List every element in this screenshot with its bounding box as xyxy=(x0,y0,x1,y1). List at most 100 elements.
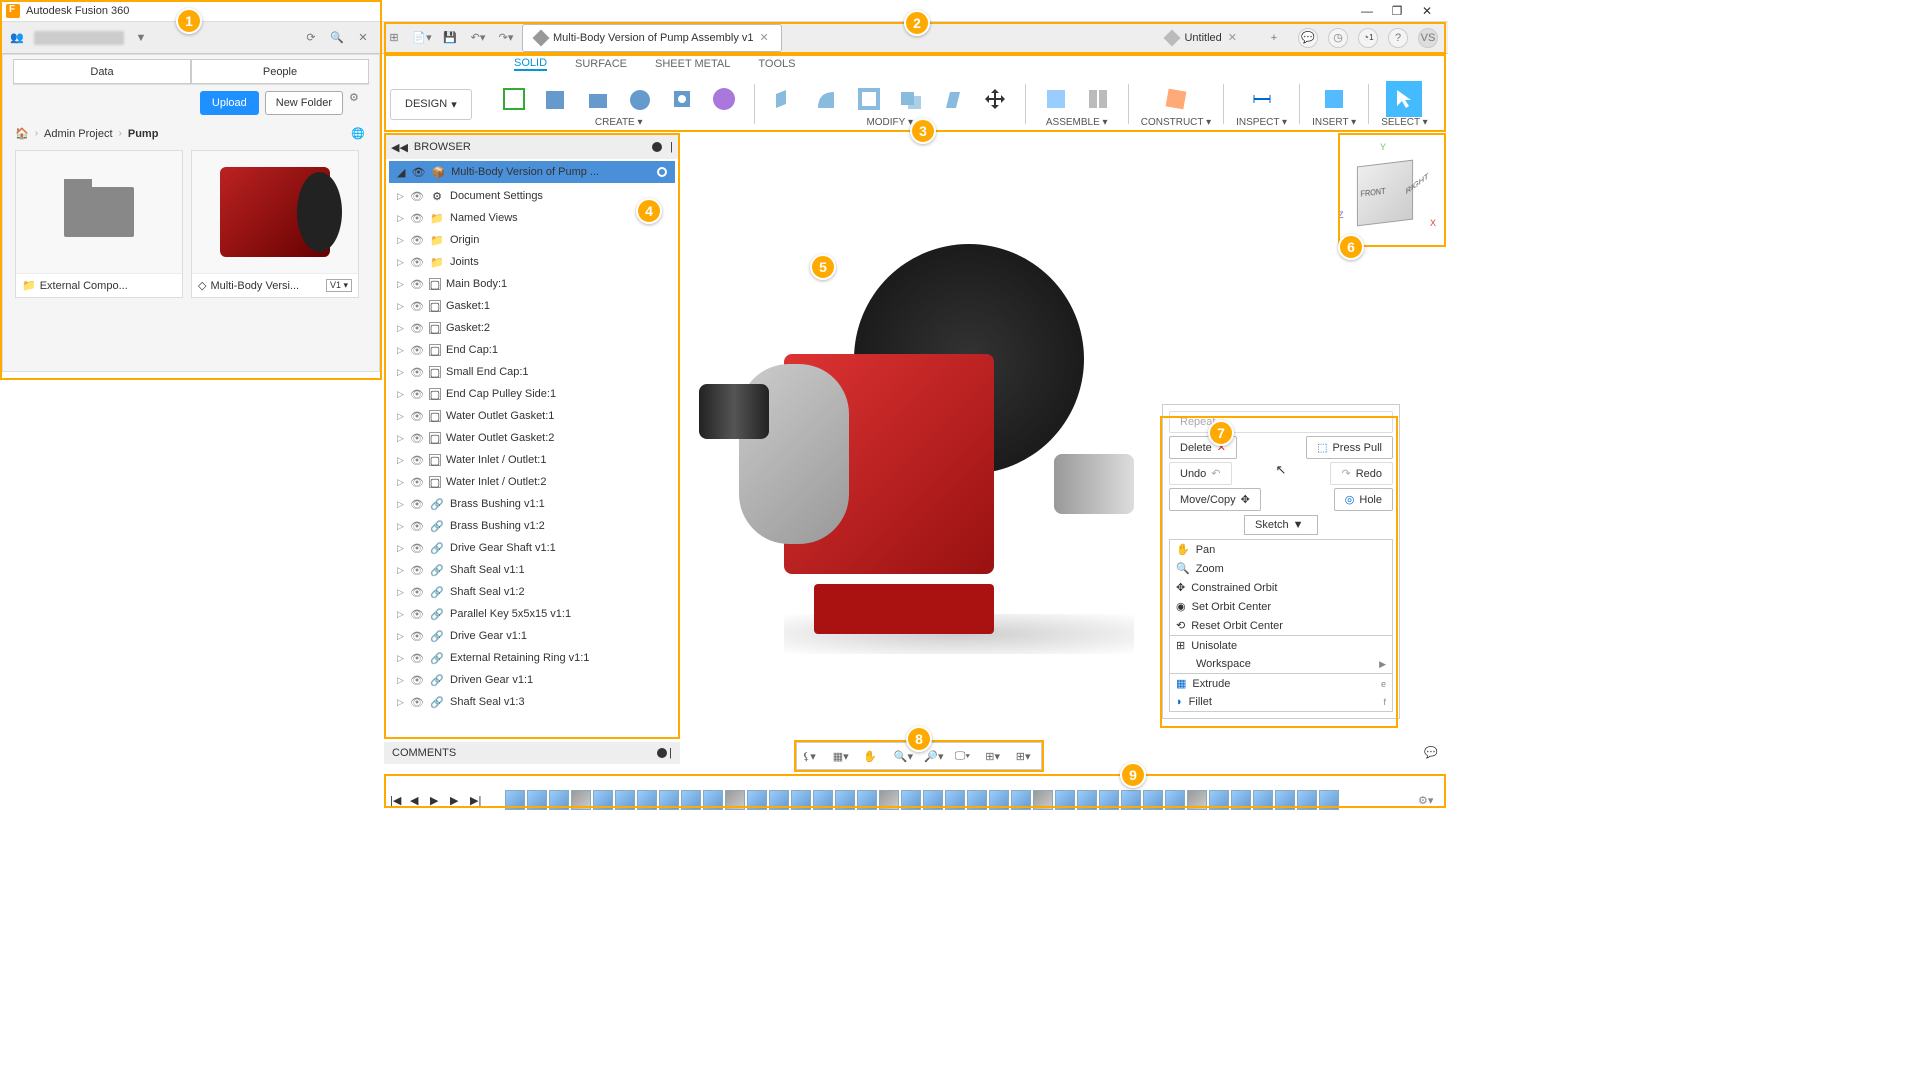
timeline-feature[interactable] xyxy=(681,790,701,810)
browser-item[interactable]: ▷👁🔗External Retaining Ring v1:1 xyxy=(385,647,679,669)
extrude-icon[interactable] xyxy=(580,81,616,117)
expand-icon[interactable]: ▷ xyxy=(397,257,405,268)
unisolate[interactable]: ⊞Unisolate xyxy=(1170,635,1392,655)
refresh-icon[interactable]: ⟳ xyxy=(302,29,320,47)
redo-button[interactable]: ↷ Redo xyxy=(1330,462,1393,485)
timeline-feature[interactable] xyxy=(747,790,767,810)
tab-solid[interactable]: SOLID xyxy=(514,57,547,71)
timeline-feature[interactable] xyxy=(813,790,833,810)
expand-icon[interactable]: ▷ xyxy=(397,411,405,422)
expand-icon[interactable]: ▷ xyxy=(397,587,405,598)
eye-icon[interactable]: 👁 xyxy=(410,520,424,533)
browser-item[interactable]: ▷👁▢Gasket:2 xyxy=(385,317,679,339)
fillet-item[interactable]: ◗Filletf xyxy=(1170,693,1392,711)
pin-icon[interactable]: | xyxy=(670,141,673,153)
construct-group-label[interactable]: CONSTRUCT ▾ xyxy=(1141,117,1211,128)
timeline-feature[interactable] xyxy=(1055,790,1075,810)
eye-icon[interactable]: 👁 xyxy=(410,652,424,665)
expand-icon[interactable]: ▷ xyxy=(397,499,405,510)
expand-icon[interactable]: ▷ xyxy=(397,279,405,290)
browser-item[interactable]: ▷👁🔗Brass Bushing v1:1 xyxy=(385,493,679,515)
eye-icon[interactable]: 👁 xyxy=(410,300,424,313)
workspace-submenu[interactable]: Workspace▶ xyxy=(1170,655,1392,673)
browser-item[interactable]: ▷👁▢End Cap Pulley Side:1 xyxy=(385,383,679,405)
breadcrumb-l1[interactable]: Admin Project xyxy=(44,128,112,140)
browser-item[interactable]: ▷👁⚙Document Settings xyxy=(385,185,679,207)
browser-item[interactable]: ▷👁📁Origin xyxy=(385,229,679,251)
expand-icon[interactable]: ▷ xyxy=(397,477,405,488)
nav-pan[interactable]: ✋Pan xyxy=(1170,540,1392,559)
eye-icon[interactable]: 👁 xyxy=(410,344,424,357)
press-pull-button[interactable]: ⬚ Press Pull xyxy=(1306,436,1393,459)
nav-constrained-orbit[interactable]: ✥Constrained Orbit xyxy=(1170,578,1392,597)
nav-zoom[interactable]: 🔍Zoom xyxy=(1170,559,1392,578)
browser-item[interactable]: ▷👁🔗Shaft Seal v1:2 xyxy=(385,581,679,603)
orbit-nav-icon[interactable]: ⚸▾ xyxy=(802,750,822,763)
box-icon[interactable] xyxy=(538,81,574,117)
new-tab-button[interactable]: + xyxy=(1260,24,1288,52)
timeline-start-button[interactable]: |◀ xyxy=(390,794,406,807)
undo-button[interactable]: Undo ↶ xyxy=(1169,462,1232,485)
tab-sheet-metal[interactable]: SHEET METAL xyxy=(655,58,730,70)
redo-icon[interactable]: ↷▾ xyxy=(492,24,520,52)
modify-group-label[interactable]: MODIFY ▾ xyxy=(866,117,913,128)
timeline-feature[interactable] xyxy=(967,790,987,810)
expand-icon[interactable]: ▷ xyxy=(397,367,405,378)
eye-icon[interactable]: 👁 xyxy=(410,190,424,203)
eye-icon[interactable]: 👁 xyxy=(410,256,424,269)
timeline-feature[interactable] xyxy=(1099,790,1119,810)
timeline-feature[interactable] xyxy=(1209,790,1229,810)
expand-icon[interactable]: ▷ xyxy=(397,565,405,576)
form-icon[interactable] xyxy=(706,81,742,117)
expand-icon[interactable]: ▷ xyxy=(397,433,405,444)
home-icon[interactable]: 🏠 xyxy=(15,127,29,140)
updates-icon[interactable]: ◷ xyxy=(1328,28,1348,48)
sketch-dropdown[interactable]: Sketch ▼ xyxy=(1244,515,1318,535)
comments-bar[interactable]: COMMENTS | xyxy=(384,742,680,764)
tab-people[interactable]: People xyxy=(191,59,369,84)
folder-thumb[interactable]: 📁External Compo... xyxy=(15,150,183,298)
nav-reset-orbit-center[interactable]: ⟲Reset Orbit Center xyxy=(1170,616,1392,635)
inspect-group-label[interactable]: INSPECT ▾ xyxy=(1236,117,1287,128)
close-tab-icon[interactable]: ✕ xyxy=(760,31,769,44)
zoom-nav-icon[interactable]: 🔍▾ xyxy=(894,750,914,763)
timeline-feature[interactable] xyxy=(1319,790,1339,810)
browser-root[interactable]: ◢ 👁 📦 Multi-Body Version of Pump ... xyxy=(389,161,675,183)
timeline-feature[interactable] xyxy=(1231,790,1251,810)
workspace-switcher[interactable]: DESIGN▾ xyxy=(390,89,472,120)
expand-icon[interactable]: ▷ xyxy=(397,697,405,708)
repeat-button[interactable]: Repeat... xyxy=(1169,411,1393,433)
browser-item[interactable]: ▷👁▢End Cap:1 xyxy=(385,339,679,361)
help-icon[interactable]: ? xyxy=(1388,28,1408,48)
expand-icon[interactable]: ▷ xyxy=(397,609,405,620)
close-panel-icon[interactable]: ✕ xyxy=(354,29,372,47)
eye-icon[interactable]: 👁 xyxy=(410,608,424,621)
eye-icon[interactable]: 👁 xyxy=(410,542,424,555)
expand-icon[interactable]: ▷ xyxy=(397,631,405,642)
timeline-feature[interactable] xyxy=(549,790,569,810)
upload-button[interactable]: Upload xyxy=(200,91,259,115)
browser-item[interactable]: ▷👁▢Main Body:1 xyxy=(385,273,679,295)
expand-icon[interactable]: ▷ xyxy=(397,389,405,400)
expand-icon[interactable]: ▷ xyxy=(397,235,405,246)
viewports-nav-icon[interactable]: ⊞▾ xyxy=(1016,750,1036,763)
timeline-feature[interactable] xyxy=(1011,790,1031,810)
expand-icon[interactable]: ▷ xyxy=(397,191,405,202)
browser-settings-icon[interactable] xyxy=(652,142,662,152)
grid-icon[interactable]: ⊞ xyxy=(380,24,408,52)
restore-button[interactable]: ❐ xyxy=(1382,0,1412,22)
timeline-play-button[interactable]: ▶ xyxy=(430,794,446,807)
revolve-icon[interactable] xyxy=(622,81,658,117)
fillet-icon[interactable] xyxy=(809,81,845,117)
chevron-down-icon[interactable]: ▼ xyxy=(132,29,150,47)
expand-icon[interactable]: ▷ xyxy=(397,213,405,224)
nav-set-orbit-center[interactable]: ◉Set Orbit Center xyxy=(1170,597,1392,616)
avatar-icon[interactable]: VS xyxy=(1418,28,1438,48)
timeline-feature[interactable] xyxy=(791,790,811,810)
timeline-feature[interactable] xyxy=(505,790,525,810)
timeline-feature[interactable] xyxy=(923,790,943,810)
browser-item[interactable]: ▷👁🔗Brass Bushing v1:2 xyxy=(385,515,679,537)
draft-icon[interactable] xyxy=(935,81,971,117)
timeline-feature[interactable] xyxy=(571,790,591,810)
look-nav-icon[interactable]: ▦▾ xyxy=(833,750,853,763)
